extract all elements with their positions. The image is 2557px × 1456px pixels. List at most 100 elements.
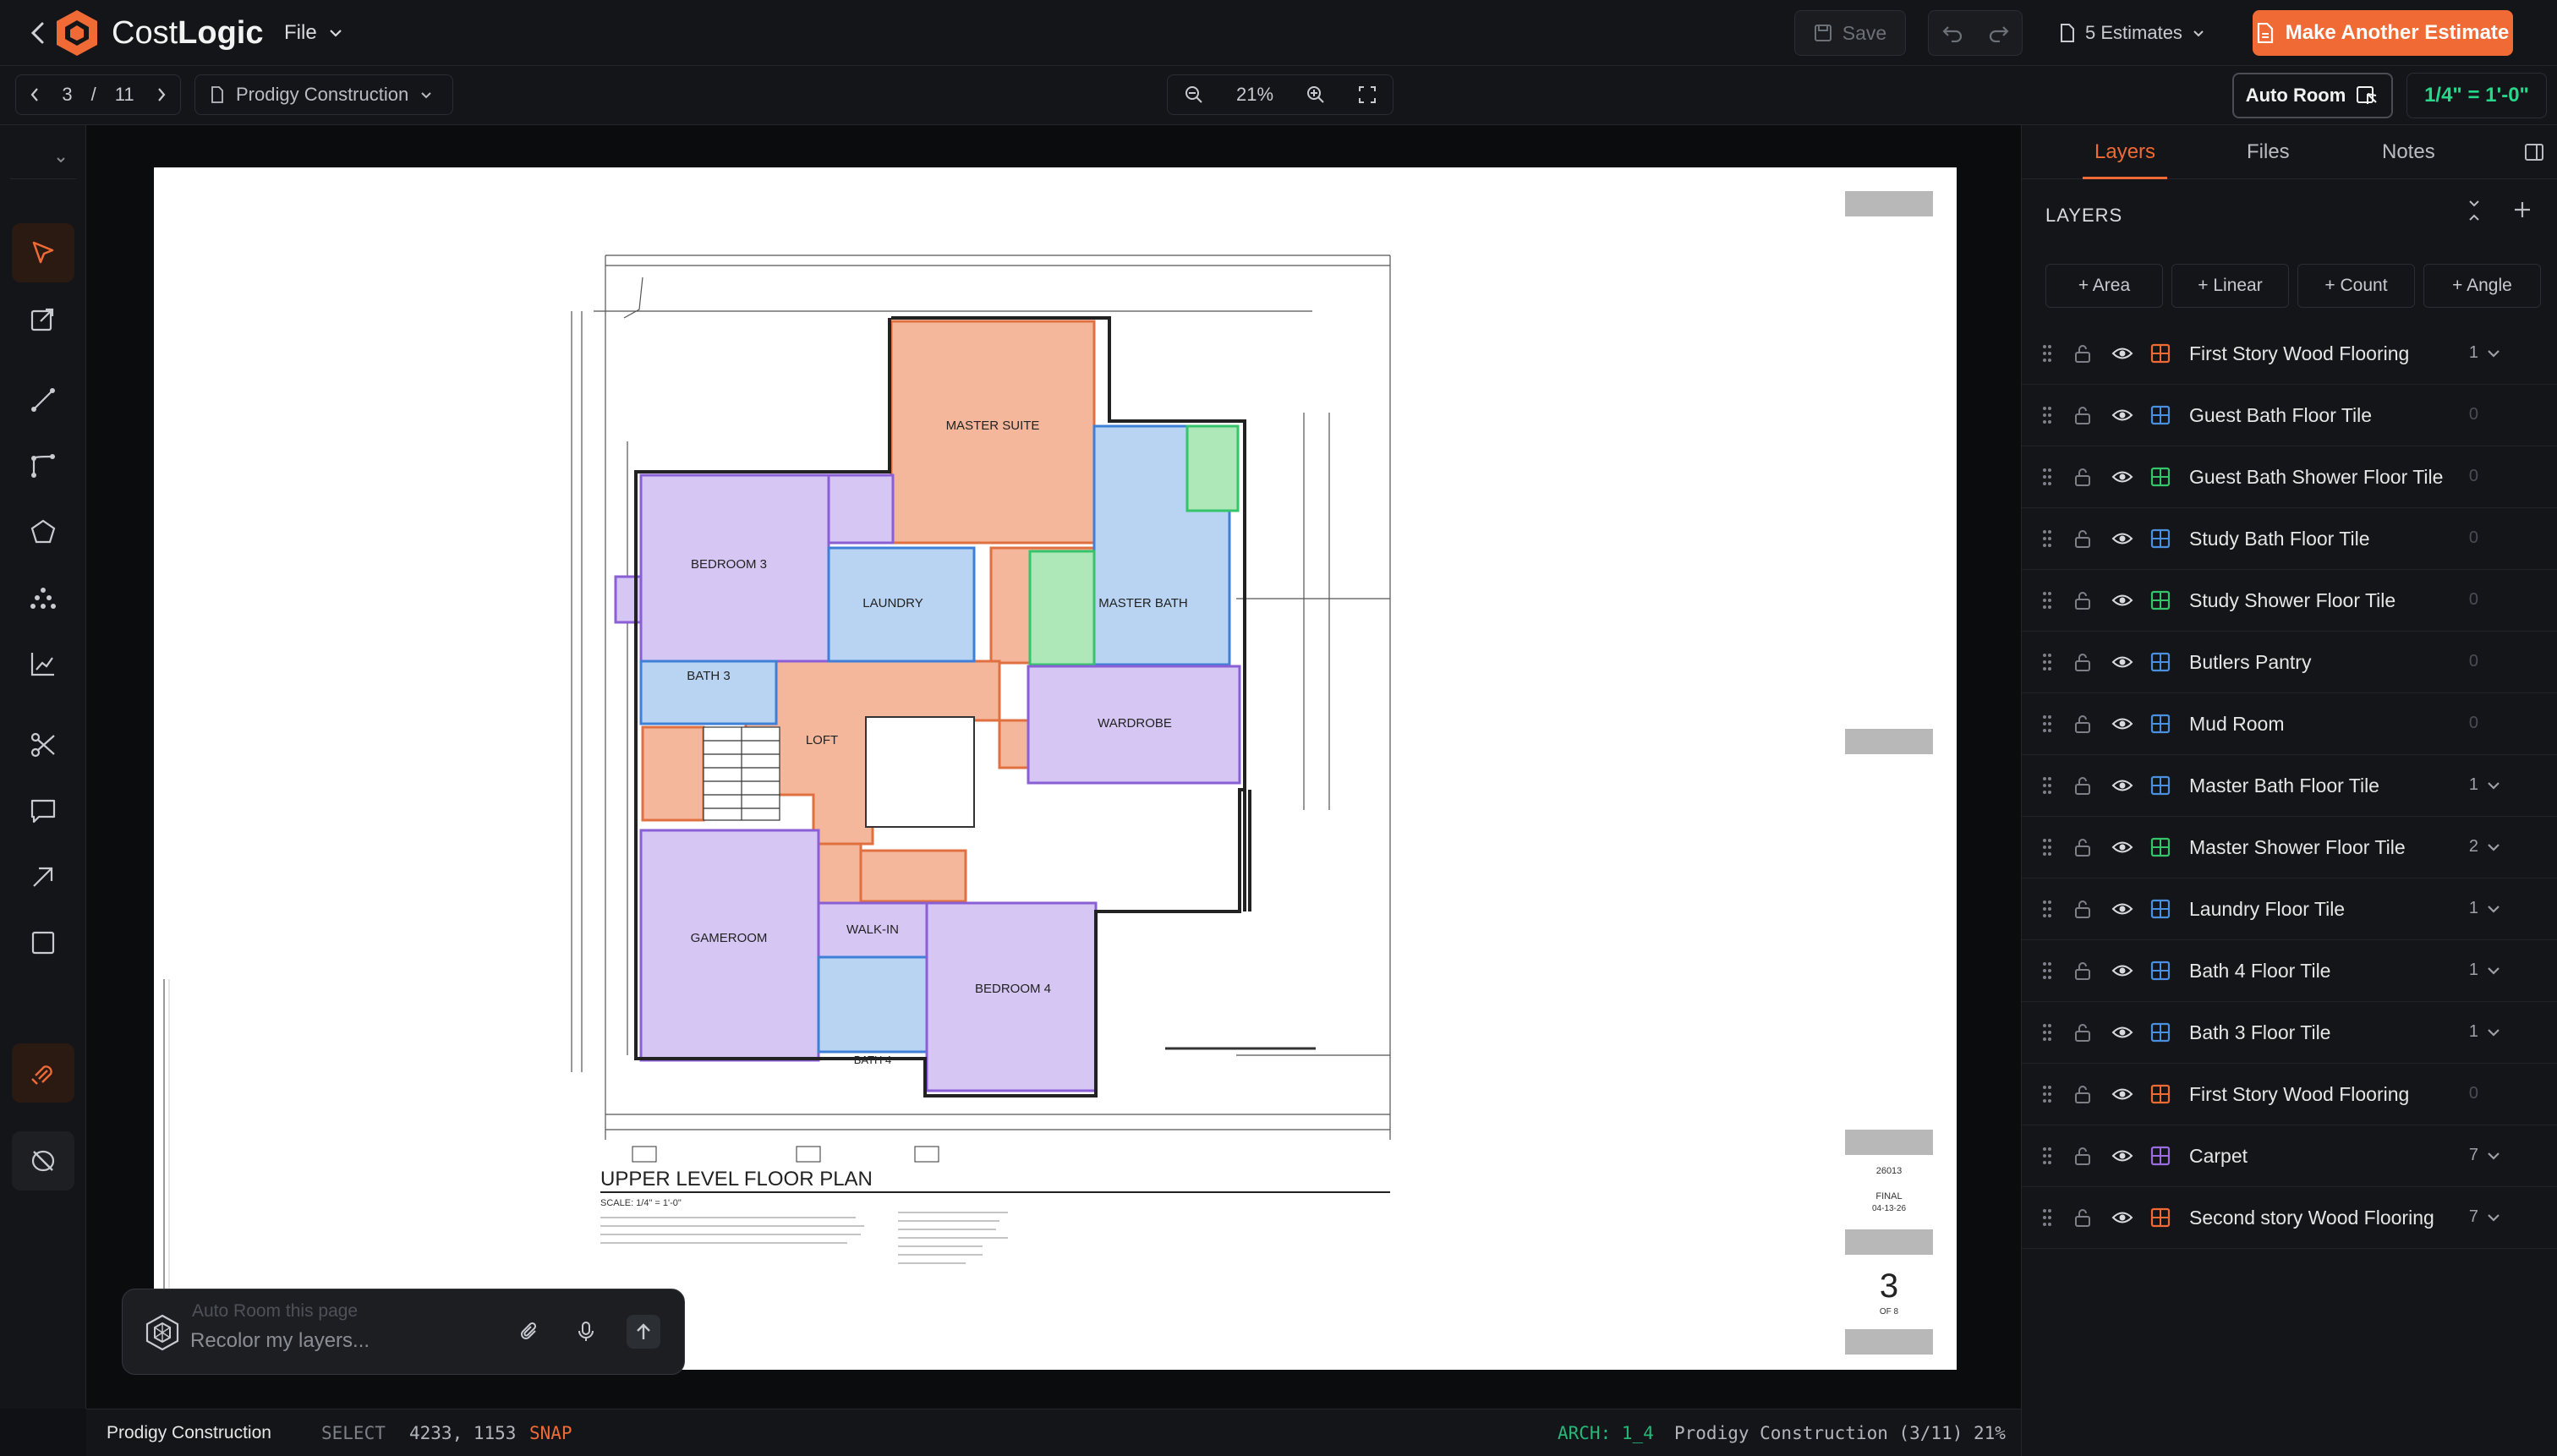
drag-handle-icon[interactable] — [2042, 714, 2052, 734]
layer-row[interactable]: Bath 4 Floor Tile 1 — [2022, 940, 2557, 1002]
chevron-down-icon[interactable] — [2485, 1022, 2502, 1043]
export-tool[interactable] — [12, 289, 74, 348]
drag-handle-icon[interactable] — [2042, 652, 2052, 672]
layer-row[interactable]: Butlers Pantry 0 — [2022, 632, 2557, 693]
estimates-dropdown[interactable]: 5 Estimates — [2060, 19, 2204, 47]
cut-tool[interactable] — [12, 715, 74, 775]
scale-indicator[interactable]: 1/4" = 1'-0" — [2406, 73, 2547, 118]
add-angle-button[interactable]: + Angle — [2423, 264, 2541, 308]
drag-handle-icon[interactable] — [2042, 837, 2052, 857]
back-arrow-icon[interactable] — [25, 19, 51, 47]
layer-row[interactable]: Mud Room 0 — [2022, 693, 2557, 755]
eye-icon[interactable] — [2111, 405, 2133, 425]
layer-row[interactable]: Laundry Floor Tile 1 — [2022, 879, 2557, 940]
layer-row[interactable]: Second story Wood Flooring 7 — [2022, 1187, 2557, 1249]
unlock-icon[interactable] — [2072, 1146, 2093, 1166]
unlock-icon[interactable] — [2072, 714, 2093, 734]
drag-handle-icon[interactable] — [2042, 343, 2052, 364]
redo-icon[interactable] — [1975, 11, 2022, 55]
layer-row[interactable]: Study Shower Floor Tile 0 — [2022, 570, 2557, 632]
unlock-icon[interactable] — [2072, 528, 2093, 549]
eye-icon[interactable] — [2111, 1207, 2133, 1228]
microphone-icon[interactable] — [569, 1315, 603, 1349]
unlock-icon[interactable] — [2072, 1084, 2093, 1104]
plan-sheet[interactable]: MASTER SUITE BEDROOM 3 LAUNDRY MASTER BA… — [154, 167, 1957, 1370]
unlock-icon[interactable] — [2072, 775, 2093, 796]
auto-room-button[interactable]: Auto Room — [2232, 73, 2393, 118]
file-menu[interactable]: File — [284, 19, 342, 47]
chevron-left-icon[interactable] — [30, 87, 40, 102]
drag-handle-icon[interactable] — [2042, 1022, 2052, 1043]
tab-notes[interactable]: Notes — [2382, 140, 2435, 164]
eye-icon[interactable] — [2111, 1022, 2133, 1043]
unlock-icon[interactable] — [2072, 961, 2093, 981]
chevron-down-icon[interactable] — [2485, 343, 2502, 364]
zoom-in-icon[interactable] — [1306, 85, 1326, 105]
auto-measure-tool[interactable] — [12, 1043, 74, 1103]
eye-icon[interactable] — [2111, 714, 2133, 734]
unlock-icon[interactable] — [2072, 590, 2093, 610]
eye-icon[interactable] — [2111, 1146, 2133, 1166]
drag-handle-icon[interactable] — [2042, 528, 2052, 549]
polyline-tool[interactable] — [12, 436, 74, 495]
layer-row[interactable]: Guest Bath Shower Floor Tile 0 — [2022, 446, 2557, 508]
drag-handle-icon[interactable] — [2042, 1207, 2052, 1228]
drag-handle-icon[interactable] — [2042, 961, 2052, 981]
layer-row[interactable]: First Story Wood Flooring 0 — [2022, 1064, 2557, 1125]
collapse-all-icon[interactable] — [2465, 200, 2483, 222]
chevron-down-icon[interactable] — [2485, 1207, 2502, 1228]
unlock-icon[interactable] — [2072, 343, 2093, 364]
eye-icon[interactable] — [2111, 590, 2133, 610]
plus-icon[interactable] — [2512, 200, 2532, 220]
status-snap[interactable]: SNAP — [529, 1423, 572, 1443]
add-count-button[interactable]: + Count — [2297, 264, 2415, 308]
count-tool[interactable] — [12, 568, 74, 627]
layer-row[interactable]: Guest Bath Floor Tile 0 — [2022, 385, 2557, 446]
comment-tool[interactable] — [12, 781, 74, 840]
zoom-out-icon[interactable] — [1184, 85, 1204, 105]
angle-tool[interactable] — [12, 634, 74, 693]
eye-icon[interactable] — [2111, 652, 2133, 672]
make-another-estimate-button[interactable]: Make Another Estimate — [2253, 10, 2513, 56]
sidebar-collapse-icon[interactable] — [2524, 142, 2544, 162]
layer-row[interactable]: Master Shower Floor Tile 2 — [2022, 817, 2557, 879]
layer-row[interactable]: Carpet 7 — [2022, 1125, 2557, 1187]
eye-icon[interactable] — [2111, 837, 2133, 857]
rectangle-tool[interactable] — [12, 913, 74, 972]
drag-handle-icon[interactable] — [2042, 405, 2052, 425]
drag-handle-icon[interactable] — [2042, 467, 2052, 487]
eye-icon[interactable] — [2111, 775, 2133, 796]
unlock-icon[interactable] — [2072, 652, 2093, 672]
drag-handle-icon[interactable] — [2042, 1146, 2052, 1166]
eye-icon[interactable] — [2111, 528, 2133, 549]
unlock-icon[interactable] — [2072, 405, 2093, 425]
chevron-down-icon[interactable] — [2485, 1146, 2502, 1166]
fit-screen-icon[interactable] — [1358, 85, 1377, 104]
layer-row[interactable]: Bath 3 Floor Tile 1 — [2022, 1002, 2557, 1064]
send-button[interactable] — [627, 1315, 660, 1349]
layer-row[interactable]: Master Bath Floor Tile 1 — [2022, 755, 2557, 817]
unlock-icon[interactable] — [2072, 1207, 2093, 1228]
eye-icon[interactable] — [2111, 961, 2133, 981]
hide-overlay-tool[interactable] — [12, 1131, 74, 1191]
arrow-tool[interactable] — [12, 847, 74, 906]
tool-dropdown[interactable] — [10, 137, 76, 179]
eye-icon[interactable] — [2111, 343, 2133, 364]
eye-icon[interactable] — [2111, 1084, 2133, 1104]
chevron-right-icon[interactable] — [156, 87, 167, 102]
eye-icon[interactable] — [2111, 467, 2133, 487]
drag-handle-icon[interactable] — [2042, 590, 2052, 610]
drag-handle-icon[interactable] — [2042, 1084, 2052, 1104]
layer-row[interactable]: Study Bath Floor Tile 0 — [2022, 508, 2557, 570]
drag-handle-icon[interactable] — [2042, 899, 2052, 919]
area-tool[interactable] — [12, 502, 74, 561]
prompt-input[interactable] — [190, 1327, 545, 1355]
add-linear-button[interactable]: + Linear — [2171, 264, 2289, 308]
tab-files[interactable]: Files — [2247, 140, 2290, 164]
unlock-icon[interactable] — [2072, 467, 2093, 487]
drag-handle-icon[interactable] — [2042, 775, 2052, 796]
unlock-icon[interactable] — [2072, 837, 2093, 857]
linear-tool[interactable] — [12, 370, 74, 430]
drawing-canvas[interactable]: MASTER SUITE BEDROOM 3 LAUNDRY MASTER BA… — [86, 125, 2021, 1409]
eye-icon[interactable] — [2111, 899, 2133, 919]
